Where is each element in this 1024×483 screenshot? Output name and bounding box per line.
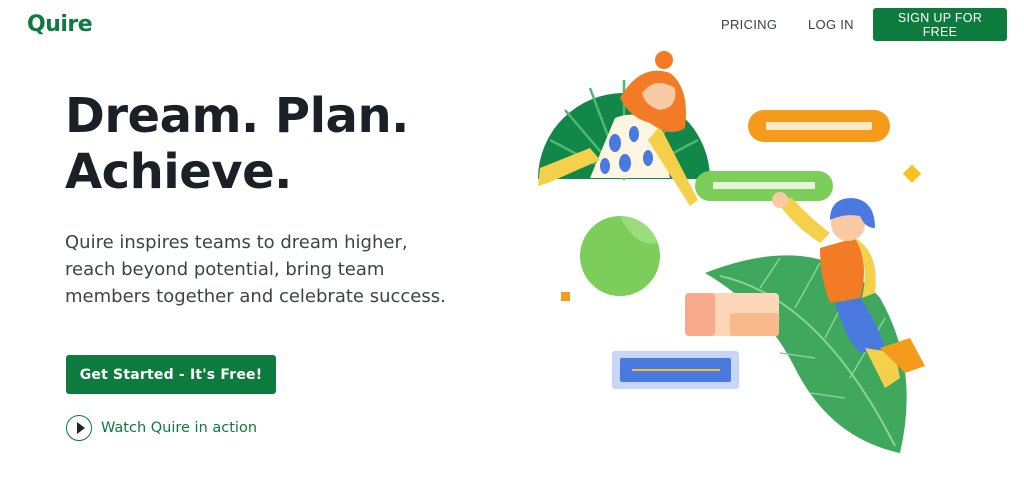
headline-line: Dream. Plan. [65, 88, 409, 144]
yellow-diamond [902, 164, 922, 183]
hero-headline: Dream. Plan. Achieve. [65, 88, 409, 200]
hero-illustration [538, 51, 925, 453]
nav-pricing-link[interactable]: PRICING [721, 17, 777, 32]
play-icon [66, 415, 92, 441]
description-line: members together and celebrate success. [65, 286, 446, 307]
description-line: reach beyond potential, bring team [65, 259, 385, 280]
headline-line: Achieve. [65, 144, 292, 200]
orange-square [561, 292, 570, 301]
watch-video-label: Watch Quire in action [101, 420, 258, 436]
signup-button[interactable]: SIGN UP FOR FREE [873, 8, 1007, 41]
watch-video-link[interactable]: Watch Quire in action [66, 413, 257, 443]
get-started-button[interactable]: Get Started - It's Free! [66, 355, 276, 394]
description-line: Quire inspires teams to dream higher, [65, 232, 408, 253]
quire-logo[interactable]: Quire [27, 12, 93, 37]
hero-description: Quire inspires teams to dream higher, re… [65, 229, 485, 310]
nav-login-link[interactable]: LOG IN [808, 17, 854, 32]
